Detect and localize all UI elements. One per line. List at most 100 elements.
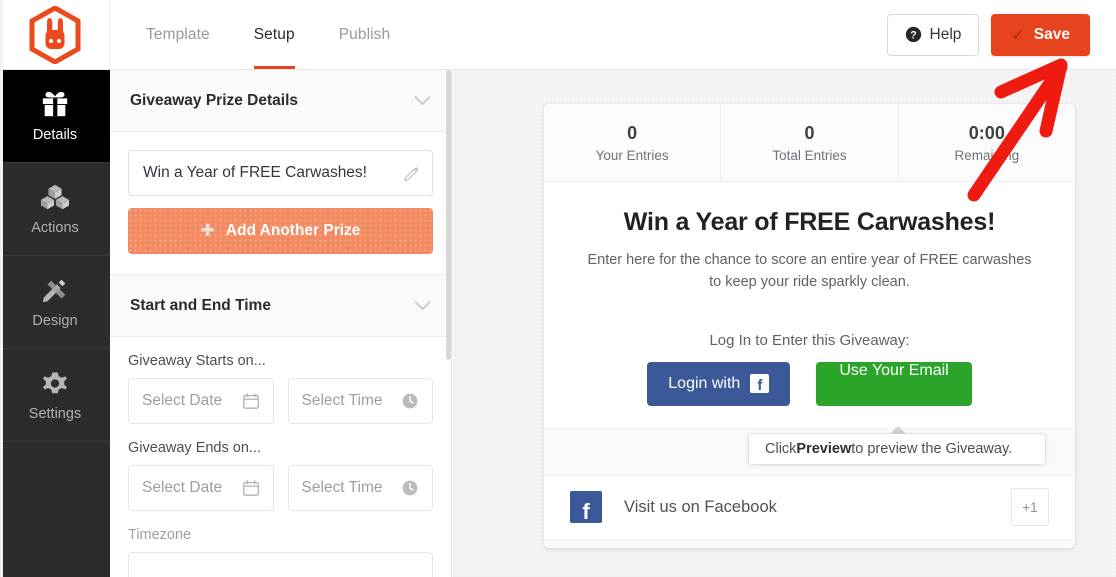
chevron-down-icon[interactable] xyxy=(414,95,431,106)
timezone-select[interactable] xyxy=(128,552,433,577)
sidebar-item-details[interactable]: Details xyxy=(0,70,110,163)
tab-publish-label: Publish xyxy=(338,25,391,43)
end-date-placeholder: Select Date xyxy=(142,479,223,496)
left-nav-rail: Details Actions Design Settings xyxy=(0,70,110,577)
sidebar-item-details-label: Details xyxy=(32,127,78,143)
giveaway-ends-label: Giveaway Ends on... xyxy=(128,440,261,456)
help-button-label: Help xyxy=(929,25,962,43)
start-datetime-row: Select Date Select Time xyxy=(128,378,433,424)
tab-template[interactable]: Template xyxy=(124,0,232,69)
tab-publish[interactable]: Publish xyxy=(317,0,413,69)
sidebar-item-settings-label: Settings xyxy=(28,406,82,422)
start-date-input[interactable]: Select Date xyxy=(128,378,274,424)
left-window-edge xyxy=(0,0,3,577)
stat-your-entries: 0 Your Entries xyxy=(544,104,720,181)
chevron-down-icon[interactable] xyxy=(414,300,431,311)
clock-icon[interactable] xyxy=(401,479,419,497)
preview-tooltip: Click Preview to preview the Giveaway. xyxy=(748,433,1046,465)
facebook-login-label: Login with xyxy=(668,374,741,392)
calendar-icon[interactable] xyxy=(242,479,260,497)
save-button[interactable]: ✓ Save xyxy=(991,13,1090,56)
pencil-ruler-icon xyxy=(42,279,66,303)
start-time-placeholder: Select Time xyxy=(301,392,383,409)
login-prompt: Log In to Enter this Giveaway: xyxy=(709,331,910,349)
email-login-button[interactable]: Use Your Email xyxy=(816,361,972,406)
gift-icon xyxy=(42,91,68,117)
panel-scrollbar-thumb[interactable] xyxy=(446,70,451,360)
rafflepress-bunny-logo-icon xyxy=(29,5,80,64)
boxes-icon xyxy=(40,184,70,210)
end-time-placeholder: Select Time xyxy=(301,479,383,496)
end-time-input[interactable]: Select Time xyxy=(287,465,433,511)
gear-icon xyxy=(43,372,67,394)
giveaway-description: Enter here for the chance to score an en… xyxy=(587,252,1032,290)
tab-template-label: Template xyxy=(146,25,210,43)
clock-icon[interactable] xyxy=(401,392,419,410)
stat-your-entries-value: 0 xyxy=(627,122,638,143)
add-another-prize-button[interactable]: ✚ Add Another Prize xyxy=(128,208,433,254)
tooltip-bold-word: Preview xyxy=(796,441,852,457)
stat-total-entries-value: 0 xyxy=(804,122,815,143)
stat-total-entries: 0 Total Entries xyxy=(720,104,897,181)
section-title-start-end-time: Start and End Time xyxy=(130,296,271,314)
section-header-prize-details[interactable]: Giveaway Prize Details xyxy=(110,70,451,132)
top-bar-actions: ? Help ✓ Save xyxy=(886,13,1116,56)
panel-scrollbar[interactable] xyxy=(446,70,451,577)
app-logo[interactable] xyxy=(0,0,110,69)
tooltip-prefix: Click xyxy=(765,441,797,457)
setup-settings-panel: Giveaway Prize Details Win a Year of FRE… xyxy=(110,70,452,577)
giveaway-starts-label: Giveaway Starts on... xyxy=(128,353,266,369)
stat-remaining-label: Remaining xyxy=(954,147,1020,163)
entry-action-row[interactable]: f Visit us on Facebook +1 xyxy=(544,475,1075,539)
sidebar-item-actions-label: Actions xyxy=(31,220,79,236)
save-button-label: Save xyxy=(1033,25,1070,43)
tab-setup[interactable]: Setup xyxy=(232,0,317,69)
calendar-icon[interactable] xyxy=(242,392,260,410)
giveaway-card-footer xyxy=(544,538,1075,548)
start-time-input[interactable]: Select Time xyxy=(287,378,433,424)
giveaway-body: Win a Year of FREE Carwashes! Enter here… xyxy=(544,182,1075,428)
svg-text:?: ? xyxy=(910,29,916,41)
help-button[interactable]: ? Help xyxy=(886,13,980,56)
stat-your-entries-label: Your Entries xyxy=(595,147,669,163)
section-title-prize-details: Giveaway Prize Details xyxy=(130,91,299,109)
check-icon: ✓ xyxy=(1011,26,1025,44)
giveaway-preview-area: 0 Your Entries 0 Total Entries 0:00 Rema… xyxy=(453,70,1116,577)
facebook-icon: f xyxy=(750,374,770,393)
giveaway-card: 0 Your Entries 0 Total Entries 0:00 Rema… xyxy=(544,104,1075,548)
timezone-label: Timezone xyxy=(128,527,192,543)
entry-points-badge: +1 xyxy=(1011,488,1049,526)
app-root: Template Setup Publish ? Help ✓ Save Det… xyxy=(0,0,1116,577)
question-circle-icon: ? xyxy=(905,26,921,43)
tooltip-suffix: to preview the Giveaway. xyxy=(851,441,1013,457)
login-buttons: Login with f Use Your Email xyxy=(586,361,1033,406)
prize-name-value: Win a Year of FREE Carwashes! xyxy=(143,164,367,181)
end-datetime-row: Select Date Select Time xyxy=(128,465,433,511)
start-end-time-body: Giveaway Starts on... Select Date Select… xyxy=(110,337,451,577)
stat-remaining: 0:00 Remaining xyxy=(897,104,1075,181)
sidebar-item-design-label: Design xyxy=(32,313,78,329)
end-date-input[interactable]: Select Date xyxy=(128,465,274,511)
tab-setup-label: Setup xyxy=(253,25,295,43)
pencil-icon[interactable] xyxy=(403,165,420,182)
stat-total-entries-label: Total Entries xyxy=(772,147,847,163)
entry-action-label: Visit us on Facebook xyxy=(624,497,777,516)
sidebar-item-settings[interactable]: Settings xyxy=(0,349,110,442)
facebook-icon: f xyxy=(570,491,602,523)
entry-stats-bar: 0 Your Entries 0 Total Entries 0:00 Rema… xyxy=(544,104,1075,182)
email-login-label: Use Your Email xyxy=(839,361,949,379)
sidebar-item-actions[interactable]: Actions xyxy=(0,163,110,256)
top-bar: Template Setup Publish ? Help ✓ Save xyxy=(0,0,1116,70)
plus-icon: ✚ xyxy=(200,221,215,240)
prize-name-input[interactable]: Win a Year of FREE Carwashes! xyxy=(128,150,433,196)
tooltip-pointer xyxy=(890,426,906,434)
stat-remaining-value: 0:00 xyxy=(968,122,1005,143)
section-header-start-end-time[interactable]: Start and End Time xyxy=(110,275,451,337)
prize-details-body: Win a Year of FREE Carwashes! ✚ Add Anot… xyxy=(110,132,451,275)
top-tabs: Template Setup Publish xyxy=(124,0,412,69)
giveaway-headline: Win a Year of FREE Carwashes! xyxy=(623,208,996,236)
start-date-placeholder: Select Date xyxy=(142,392,223,409)
facebook-login-button[interactable]: Login with f xyxy=(647,361,791,406)
add-another-prize-label: Add Another Prize xyxy=(225,222,361,239)
sidebar-item-design[interactable]: Design xyxy=(0,256,110,349)
